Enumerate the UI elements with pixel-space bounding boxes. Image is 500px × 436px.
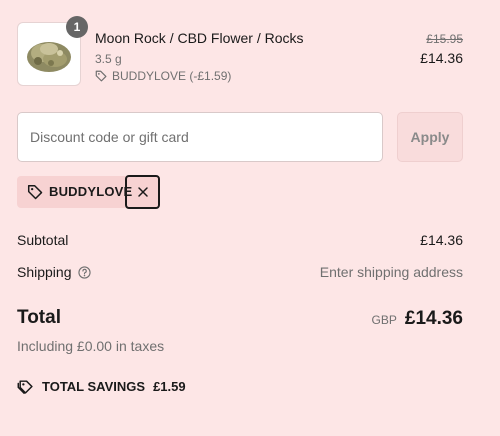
tag-icon [27, 184, 43, 200]
shipping-label: Shipping [17, 264, 72, 280]
line-item: 1 Moon Rock / CBD Flower / Rocks 3.5 g B… [17, 16, 463, 88]
product-price: £14.36 [420, 50, 463, 66]
tag-icon [95, 70, 107, 82]
shipping-value: Enter shipping address [319, 264, 463, 280]
product-discount: BUDDYLOVE (-£1.59) [95, 69, 231, 83]
savings-label: TOTAL SAVINGS [42, 379, 146, 394]
total-savings: TOTAL SAVINGS £1.59 [17, 378, 186, 395]
remove-discount-button[interactable] [125, 175, 160, 209]
total-label: Total [17, 307, 61, 328]
product-discount-label: BUDDYLOVE (-£1.59) [112, 69, 232, 83]
product-title: Moon Rock / CBD Flower / Rocks [95, 30, 304, 46]
close-icon [137, 187, 148, 197]
savings-value: £1.59 [153, 379, 186, 394]
discount-code-input[interactable] [17, 112, 383, 162]
subtotal-label: Subtotal [17, 232, 69, 248]
savings-tag-icon [17, 380, 33, 394]
total-amount: GBP £14.36 [372, 308, 463, 330]
total-value: £14.36 [404, 308, 463, 329]
currency-code: GBP [371, 313, 397, 327]
help-icon[interactable] [77, 265, 91, 279]
shipping-label-group: Shipping [17, 264, 91, 280]
product-variant: 3.5 g [95, 52, 122, 66]
subtotal-value: £14.36 [420, 232, 463, 248]
applied-code: BUDDYLOVE [49, 184, 133, 199]
quantity-badge: 1 [66, 16, 88, 38]
apply-button[interactable]: Apply [397, 112, 463, 162]
original-price: £15.95 [426, 32, 463, 46]
applied-discount-tag: BUDDYLOVE [17, 175, 160, 209]
taxes-note: Including £0.00 in taxes [17, 338, 165, 354]
